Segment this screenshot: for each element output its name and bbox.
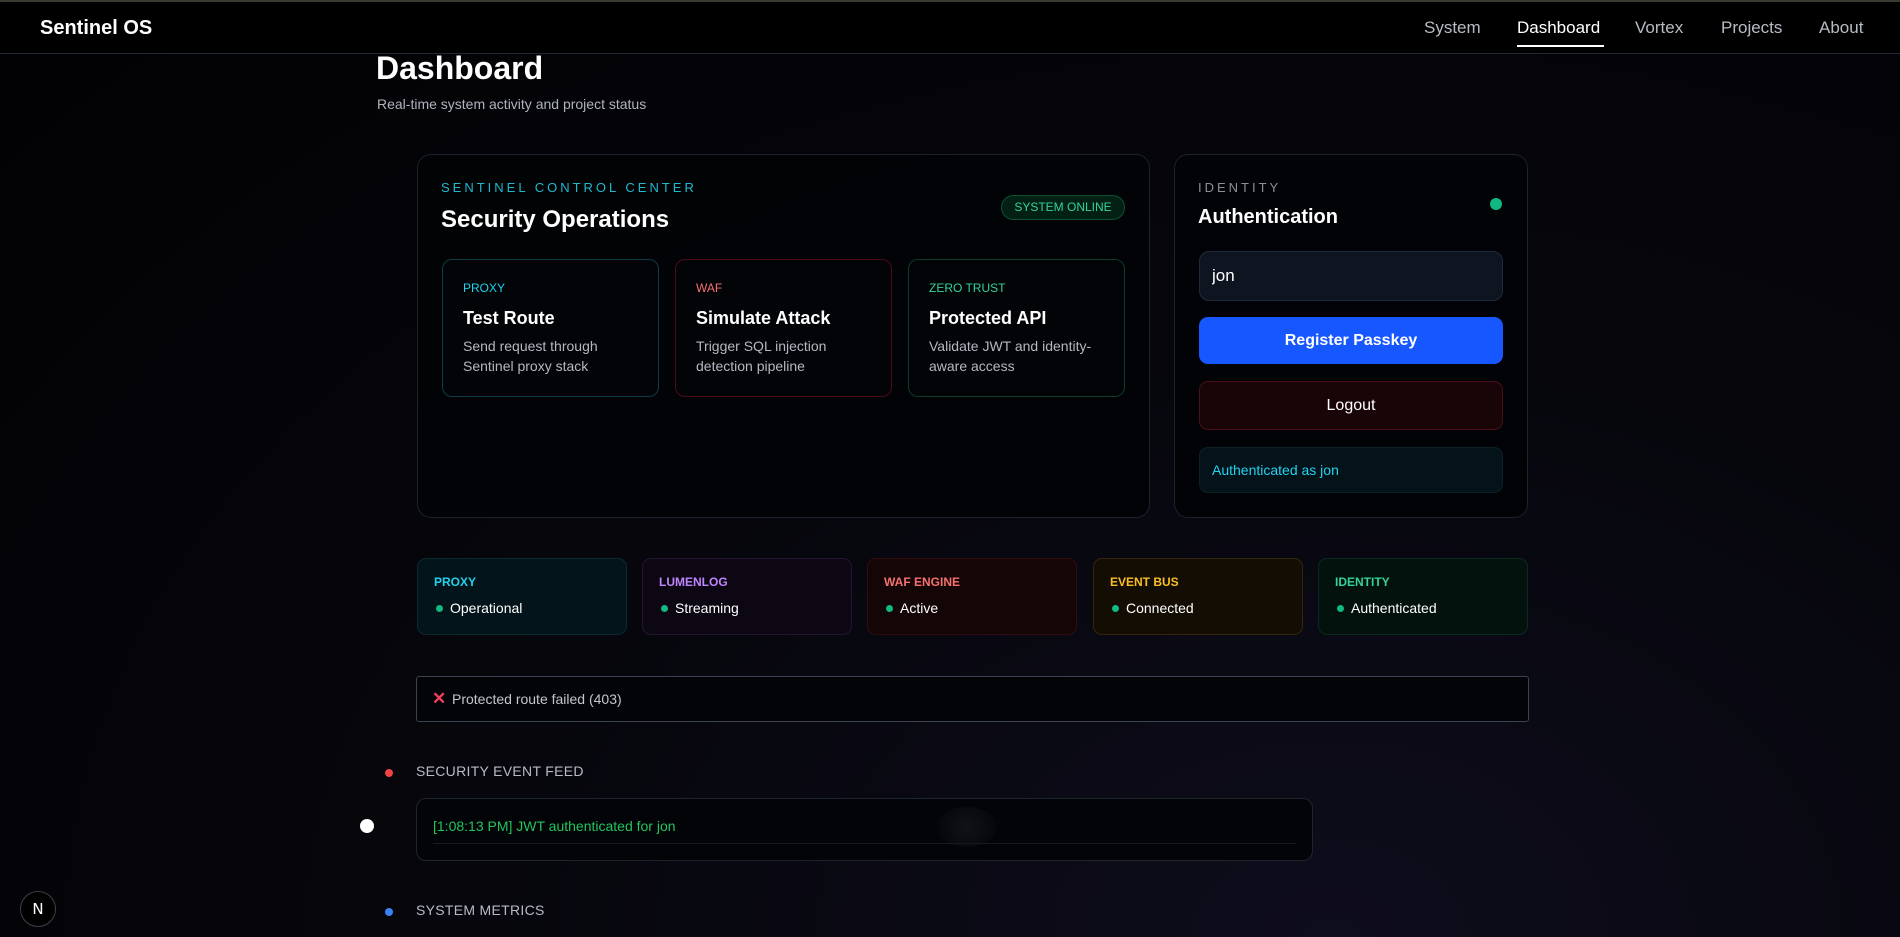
- identity-eyebrow: IDENTITY: [1198, 180, 1282, 195]
- authentication-title: Authentication: [1198, 206, 1338, 228]
- protected-api-card[interactable]: ZERO TRUST Protected API Validate JWT an…: [908, 259, 1125, 397]
- nav-link-projects[interactable]: Projects: [1721, 18, 1782, 38]
- logout-button[interactable]: Logout: [1199, 381, 1503, 430]
- error-message: ✕ Protected route failed (403): [416, 676, 1529, 722]
- simulate-attack-card[interactable]: WAF Simulate Attack Trigger SQL injectio…: [675, 259, 892, 397]
- feed-section-dot: [385, 769, 393, 777]
- security-operations-title: Security Operations: [441, 206, 670, 233]
- service-status: Connected: [1126, 600, 1194, 616]
- service-label: LUMENLOG: [659, 575, 728, 589]
- navbar: Sentinel OS System Dashboard Vortex Proj…: [0, 2, 1900, 54]
- action-card-description: Validate JWT and identity-aware access: [929, 338, 1092, 374]
- service-status: Streaming: [675, 600, 739, 616]
- nav-link-dashboard[interactable]: Dashboard: [1517, 18, 1605, 47]
- nav-link-system[interactable]: System: [1424, 18, 1481, 38]
- action-card-label: WAF: [696, 281, 723, 295]
- action-card-description: Send request through Sentinel proxy stac…: [463, 338, 598, 374]
- status-dot: [1337, 605, 1344, 612]
- event-feed-list: [1:08:13 PM] JWT authenticated for jon: [416, 798, 1313, 861]
- feed-divider: [433, 843, 1296, 844]
- action-card-label: ZERO TRUST: [929, 281, 1006, 295]
- active-nav-indicator: [1517, 45, 1605, 47]
- username-input[interactable]: [1199, 251, 1503, 301]
- service-label: EVENT BUS: [1110, 575, 1179, 589]
- page-title: Dashboard: [376, 50, 544, 86]
- status-dot: [886, 605, 893, 612]
- service-card-lumenlog: LUMENLOG Streaming: [642, 558, 852, 635]
- service-card-event-bus: EVENT BUS Connected: [1093, 558, 1303, 635]
- control-center-eyebrow: SENTINEL CONTROL CENTER: [441, 180, 697, 195]
- service-label: PROXY: [434, 575, 477, 589]
- status-dot: [1112, 605, 1119, 612]
- register-passkey-button[interactable]: Register Passkey: [1199, 317, 1503, 364]
- service-status: Operational: [450, 600, 523, 616]
- action-card-description: Trigger SQL injection detection pipeline: [696, 338, 827, 374]
- error-message-text: Protected route failed (403): [452, 691, 622, 707]
- page-subtitle: Real-time system activity and project st…: [377, 96, 647, 112]
- action-card-label: PROXY: [463, 281, 506, 295]
- status-dot: [436, 605, 443, 612]
- service-status: Authenticated: [1351, 600, 1437, 616]
- timeline-marker: [360, 819, 374, 833]
- system-metrics-title: SYSTEM METRICS: [416, 902, 545, 918]
- action-card-title: Simulate Attack: [696, 308, 831, 328]
- service-card-proxy: PROXY Operational: [417, 558, 627, 635]
- metrics-section-dot: [385, 908, 393, 916]
- action-card-title: Protected API: [929, 308, 1047, 328]
- service-label: IDENTITY: [1335, 575, 1390, 589]
- nav-link-about[interactable]: About: [1819, 18, 1863, 38]
- event-feed-entry: [1:08:13 PM] JWT authenticated for jon: [433, 818, 676, 834]
- decorative-glow: [937, 807, 997, 847]
- dev-tools-n-icon[interactable]: N: [20, 891, 56, 927]
- nav-link-vortex[interactable]: Vortex: [1635, 18, 1683, 38]
- security-event-feed-title: SECURITY EVENT FEED: [416, 763, 584, 779]
- brand-logo[interactable]: Sentinel OS: [40, 17, 152, 40]
- auth-status-message: Authenticated as jon: [1199, 447, 1503, 493]
- service-status: Active: [900, 600, 939, 616]
- nav-link-label: Dashboard: [1517, 18, 1601, 37]
- identity-status-indicator: [1490, 198, 1502, 210]
- cross-mark-icon: ✕: [432, 689, 447, 708]
- service-card-waf-engine: WAF ENGINE Active: [867, 558, 1077, 635]
- system-online-badge: SYSTEM ONLINE: [1001, 195, 1125, 220]
- service-card-identity: IDENTITY Authenticated: [1318, 558, 1528, 635]
- test-route-card[interactable]: PROXY Test Route Send request through Se…: [442, 259, 659, 397]
- service-label: WAF ENGINE: [884, 575, 961, 589]
- action-card-title: Test Route: [463, 308, 555, 328]
- status-dot: [661, 605, 668, 612]
